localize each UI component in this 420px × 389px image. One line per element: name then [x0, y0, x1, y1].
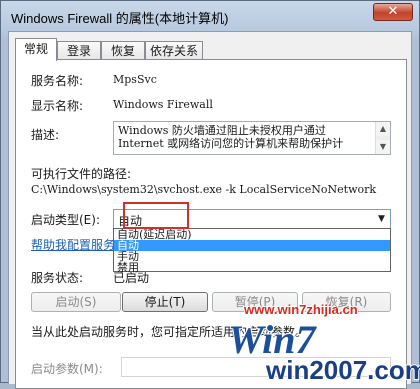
tab-general[interactable]: 常规	[15, 38, 57, 61]
tab-strip: 常规 登录 恢复 依存关系	[15, 38, 407, 61]
scroll-down-icon[interactable]: ▼	[376, 140, 390, 154]
chevron-down-icon[interactable]: ▼	[373, 210, 390, 228]
properties-dialog: Windows Firewall 的属性(本地计算机) ✕ 常规 登录 恢复 依…	[0, 0, 420, 389]
start-params-label: 启动参数(M):	[31, 362, 103, 376]
description-line-2: Internet 或网络访问您的计算机来帮助保护计	[118, 137, 344, 150]
start-params-input[interactable]	[121, 357, 391, 377]
startup-type-dropdown: 自动(延迟启动) 自动 手动 禁用	[113, 228, 391, 273]
startup-option-manual[interactable]: 手动	[114, 251, 390, 262]
startup-option-disabled[interactable]: 禁用	[114, 262, 390, 273]
stop-button[interactable]: 停止(T)	[122, 292, 208, 312]
start-params-hint: 当从此处启动服务时，您可指定所适用的启动参数。	[31, 325, 308, 339]
annotation-highlight-box	[123, 202, 189, 229]
executable-path-value: C:\Windows\system32\svchost.exe -k Local…	[31, 183, 377, 196]
close-icon: ✕	[387, 4, 399, 19]
title-bar[interactable]: Windows Firewall 的属性(本地计算机) ✕	[1, 1, 419, 31]
scroll-up-icon[interactable]: ▲	[376, 122, 390, 136]
description-line-1: Windows 防火墙通过阻止未授权用户通过	[118, 124, 326, 137]
startup-option-delayed[interactable]: 自动(延迟启动)	[114, 229, 390, 240]
general-tab-panel: 服务名称: MpsSvc 显示名称: Windows Firewall 描述: …	[15, 59, 407, 389]
service-status-label: 服务状态:	[31, 271, 84, 285]
service-name-label: 服务名称:	[31, 74, 84, 88]
service-name-value: MpsSvc	[113, 73, 157, 86]
close-button[interactable]: ✕	[373, 3, 413, 21]
watermark-url: www.win7zhijia.cn	[244, 302, 358, 317]
display-name-value: Windows Firewall	[113, 98, 213, 111]
window-title: Windows Firewall 的属性(本地计算机)	[11, 11, 229, 26]
dialog-client-area: 常规 登录 恢复 依存关系 服务名称: MpsSvc 显示名称: Windows…	[8, 31, 412, 389]
description-box[interactable]: Windows 防火墙通过阻止未授权用户通过 Internet 或网络访问您的计…	[113, 121, 391, 155]
description-label: 描述:	[31, 128, 60, 142]
startup-option-automatic[interactable]: 自动	[114, 240, 390, 251]
startup-type-label: 启动类型(E):	[31, 213, 100, 227]
tab-recovery[interactable]: 恢复	[101, 41, 145, 60]
tab-logon[interactable]: 登录	[57, 41, 101, 60]
tab-dependencies[interactable]: 依存关系	[145, 41, 203, 60]
start-button[interactable]: 启动(S)	[31, 292, 121, 312]
display-name-label: 显示名称:	[31, 99, 84, 113]
executable-path-label: 可执行文件的路径:	[31, 167, 132, 181]
description-scrollbar[interactable]: ▲ ▼	[375, 122, 390, 154]
